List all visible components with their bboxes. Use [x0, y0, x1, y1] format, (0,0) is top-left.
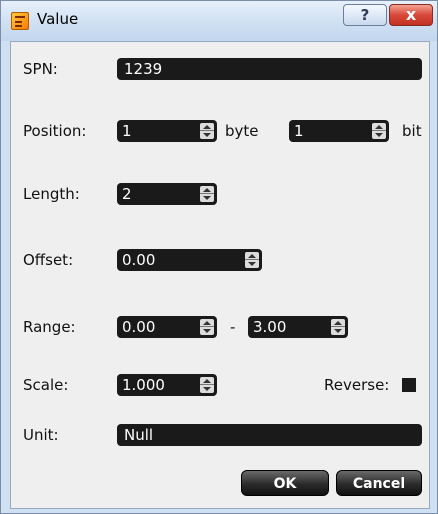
offset-spinner[interactable]: 0.00: [117, 249, 262, 271]
scale-value: 1.000: [122, 376, 165, 394]
byte-unit-label: byte: [225, 122, 259, 140]
spinner-arrows-icon[interactable]: [331, 319, 345, 335]
scale-spinner[interactable]: 1.000: [117, 374, 217, 396]
range-min-value: 0.00: [122, 318, 156, 336]
value-dialog: Value ? x SPN: 1239 Position: 1 byte 1 b…: [0, 0, 438, 514]
help-button[interactable]: ?: [343, 4, 387, 26]
close-button[interactable]: x: [389, 4, 433, 26]
length-value: 2: [122, 185, 132, 203]
spinner-arrows-icon[interactable]: [372, 123, 386, 139]
position-byte-value: 1: [122, 122, 132, 140]
offset-value: 0.00: [122, 251, 156, 269]
cancel-button[interactable]: Cancel: [336, 470, 422, 496]
bit-unit-label: bit: [402, 122, 422, 140]
reverse-checkbox[interactable]: [402, 378, 416, 392]
dialog-body: SPN: 1239 Position: 1 byte 1 bit Length:…: [10, 41, 430, 509]
spinner-arrows-icon[interactable]: [245, 252, 259, 268]
unit-label: Unit:: [23, 426, 59, 444]
position-label: Position:: [23, 122, 87, 140]
range-max-value: 3.00: [253, 318, 287, 336]
window-title: Value: [37, 10, 79, 28]
spinner-arrows-icon[interactable]: [200, 123, 214, 139]
length-spinner[interactable]: 2: [117, 183, 217, 205]
range-label: Range:: [23, 318, 76, 336]
range-max-spinner[interactable]: 3.00: [248, 316, 348, 338]
reverse-label: Reverse:: [324, 376, 390, 394]
spn-input[interactable]: 1239: [117, 58, 422, 80]
scale-label: Scale:: [23, 376, 69, 394]
spinner-arrows-icon[interactable]: [200, 319, 214, 335]
range-separator: -: [230, 318, 236, 336]
spn-label: SPN:: [23, 60, 58, 78]
position-byte-spinner[interactable]: 1: [117, 120, 217, 142]
app-icon: [11, 12, 29, 30]
length-label: Length:: [23, 185, 80, 203]
ok-button[interactable]: OK: [241, 470, 329, 496]
position-bit-value: 1: [294, 122, 304, 140]
position-bit-spinner[interactable]: 1: [289, 120, 389, 142]
spinner-arrows-icon[interactable]: [200, 377, 214, 393]
range-min-spinner[interactable]: 0.00: [117, 316, 217, 338]
spinner-arrows-icon[interactable]: [200, 186, 214, 202]
title-bar[interactable]: Value ? x: [1, 1, 437, 41]
unit-input[interactable]: Null: [117, 424, 422, 446]
offset-label: Offset:: [23, 251, 74, 269]
